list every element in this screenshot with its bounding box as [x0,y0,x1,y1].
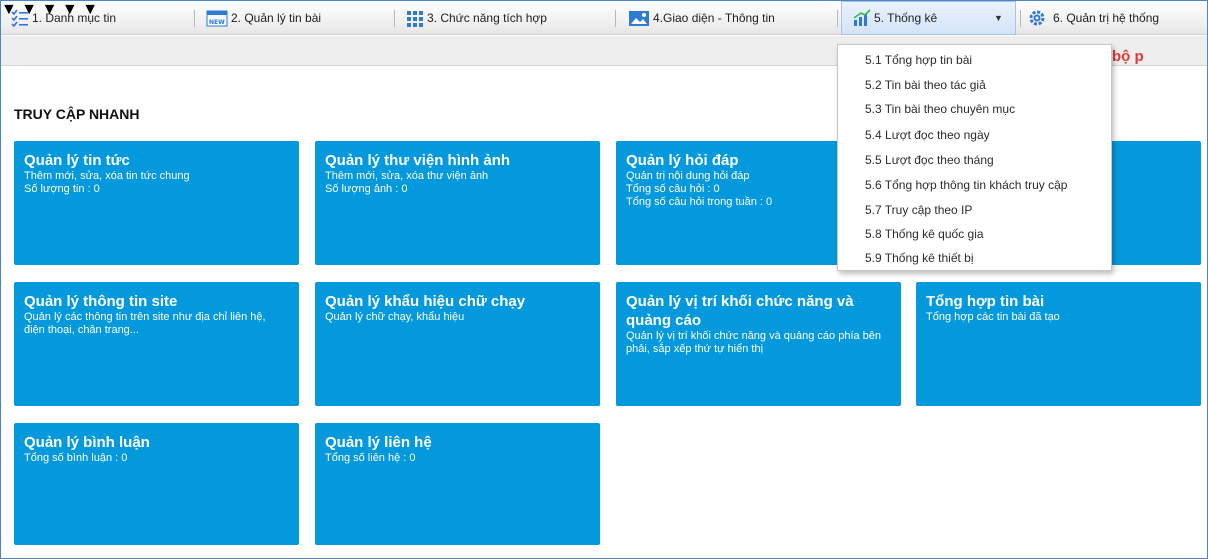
tile-quan-ly-vi-tri-khoi-chuc-nang[interactable]: Quản lý vị trí khối chức năng và quảng c… [616,282,901,406]
menu-separator [837,10,838,27]
tile-title: Tổng hợp tin bài [926,293,1045,310]
menu-separator [194,10,195,27]
tile-quan-ly-khau-hieu-chu-chay[interactable]: Quản lý khẩu hiệu chữ chạy Quản lý chữ c… [315,282,600,406]
dropdown-item-tin-bai-theo-tac-gia[interactable]: 5.2 Tin bài theo tác giả [865,78,986,92]
tile-quan-ly-thong-tin-site[interactable]: Quản lý thông tin site Quản lý các thông… [14,282,299,406]
main-menu-bar: 1. Danh mục tin ▼ NEW 2. Quản lý tin bài… [1,1,1207,35]
dropdown-item-tong-hop-khach-truy-cap[interactable]: 5.6 Tổng hợp thông tin khách truy cập [865,178,1067,192]
tile-desc: Quản lý vị trí khối chức năng và quảng c… [626,330,882,355]
tile-quan-ly-binh-luan[interactable]: Quản lý bình luận Tổng số bình luận : 0 [14,423,299,545]
thong-ke-dropdown-menu: 5.1 Tổng hợp tin bài 5.2 Tin bài theo tá… [837,44,1112,271]
new-document-icon: NEW [206,9,228,27]
tile-title: Quản lý liên hệ [325,434,432,451]
tile-title: Quản lý bình luận [24,434,150,451]
quick-access-title: TRUY CẬP NHANH [14,106,140,122]
menu-label: 5. Thống kê [874,11,938,25]
tile-title: Quản lý thông tin site [24,293,178,310]
tile-desc: Quản lý chữ chạy, khẩu hiệu [325,311,465,323]
tile-title: Quản lý vị trí khối chức năng và quảng c… [626,293,854,329]
tile-title: Quản lý khẩu hiệu chữ chạy [325,293,526,310]
dropdown-item-truy-cap-theo-ip[interactable]: 5.7 Truy cập theo IP [865,203,972,217]
new-badge-text: NEW [209,19,225,26]
tile-desc: Tổng hợp các tin bài đã tạo [926,311,1060,323]
tile-desc: Quản lý các thông tin trên site như địa … [24,311,266,336]
tile-title: Quản lý thư viện hình ảnh [325,152,511,169]
tile-count: Tổng số bình luận : 0 [24,452,128,464]
tile-quan-ly-lien-he[interactable]: Quản lý liên hệ Tổng số liên hệ : 0 [315,423,600,545]
menu-label: 2. Quản lý tin bài [231,11,322,25]
menu-separator [394,10,395,27]
tile-title: Quản lý tin tức [24,152,130,169]
menu-thong-ke[interactable]: 5. Thống kê ▼ [841,1,1016,35]
menu-quan-tri-he-thong[interactable]: 6. Quản trị hệ thống [1028,1,1159,35]
tile-quan-ly-tin-tuc[interactable]: Quản lý tin tức Thêm mới, sửa, xóa tin t… [14,141,299,265]
menu-danh-muc-tin[interactable]: 1. Danh mục tin [11,1,116,35]
menu-quan-ly-tin-bai[interactable]: NEW 2. Quản lý tin bài [206,1,321,35]
menu-separator [615,10,616,27]
dropdown-item-tong-hop-tin-bai[interactable]: 5.1 Tổng hợp tin bài [865,53,972,67]
list-icon [11,9,29,28]
tile-count: Số lượng ảnh : 0 [325,183,408,195]
dropdown-item-thong-ke-thiet-bi[interactable]: 5.9 Thống kê thiết bị [865,251,974,265]
gear-icon [1028,9,1046,27]
menu-label: 6. Quản trị hệ thống [1053,11,1160,25]
image-icon [628,9,650,27]
dropdown-item-luot-doc-theo-ngay[interactable]: 5.4 Lượt đọc theo ngày [865,128,990,142]
tile-desc: Thêm mới, sửa, xóa thư viện ảnh [325,170,489,182]
tile-desc: Thêm mới, sửa, xóa tin tức chung [24,170,190,182]
dropdown-item-luot-doc-theo-thang[interactable]: 5.5 Lượt đọc theo tháng [865,153,994,167]
grid-icon [406,9,424,27]
menu-label: 3. Chức năng tích hợp [427,11,547,25]
menu-chuc-nang-tich-hop[interactable]: 3. Chức năng tích hợp [406,1,547,35]
tile-quan-ly-thu-vien-hinh-anh[interactable]: Quản lý thư viện hình ảnh Thêm mới, sửa,… [315,141,600,265]
menu-label: 1. Danh mục tin [32,11,117,25]
dropdown-item-tin-bai-theo-chuyen-muc[interactable]: 5.3 Tin bài theo chuyên mục [865,102,1015,116]
tile-count: Tổng số liên hệ : 0 [325,452,416,464]
tile-tong-hop-tin-bai[interactable]: Tổng hợp tin bài Tổng hợp các tin bài đã… [916,282,1201,406]
menu-giao-dien-thong-tin[interactable]: 4.Giao diện - Thông tin [628,1,775,35]
dropdown-item-thong-ke-quoc-gia[interactable]: 5.8 Thống kê quốc gia [865,227,984,241]
tile-count: Số lượng tin : 0 [24,183,100,195]
menu-label: 4.Giao diện - Thông tin [653,11,775,25]
chevron-down-icon: ▼ [994,13,1003,23]
bar-chart-icon [853,9,871,27]
menu-separator [1020,10,1021,27]
